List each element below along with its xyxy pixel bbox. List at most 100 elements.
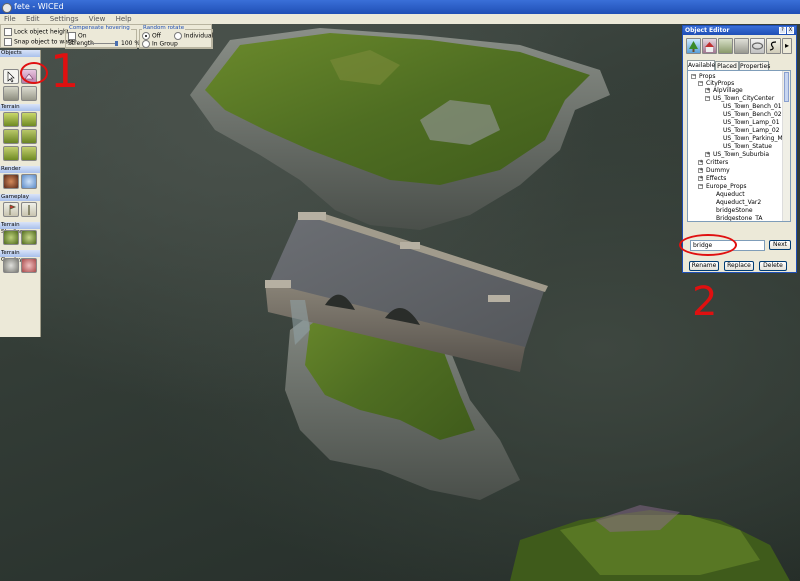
palette-section-objects: Objects — [0, 50, 40, 57]
shading-texture-button[interactable] — [21, 230, 37, 245]
overlay-erase-button[interactable] — [21, 258, 37, 273]
marker-icon — [28, 205, 30, 215]
rotate-off-radio[interactable] — [142, 32, 150, 40]
terrain-smooth-button[interactable] — [3, 129, 19, 144]
tree-scrollbar[interactable] — [782, 71, 790, 221]
tree-node[interactable]: CityProps — [706, 80, 734, 87]
lock-height-row[interactable]: Lock object height — [4, 28, 69, 36]
object-tree[interactable]: − Props − CityProps + AlpVillage − US_To… — [687, 70, 791, 222]
tree-leaf[interactable]: Bridgestone_TA — [716, 215, 763, 221]
terrain-flatten-button[interactable] — [21, 129, 37, 144]
tab-properties[interactable]: Properties — [739, 61, 770, 70]
menu-help[interactable]: Help — [116, 14, 132, 24]
rotate-individual-row[interactable]: Individual — [174, 32, 213, 40]
rotate-group-radio[interactable] — [142, 40, 150, 48]
tree-expander[interactable]: − — [698, 184, 703, 189]
tree-node[interactable]: AlpVillage — [713, 87, 743, 94]
overlay-paint-button[interactable] — [3, 258, 19, 273]
object-category-ring-icon[interactable] — [750, 38, 765, 54]
tree-leaf[interactable]: US_Town_Lamp_01 — [723, 119, 780, 126]
gameplay-marker-button[interactable] — [21, 202, 37, 217]
tree-expander[interactable]: + — [705, 152, 710, 157]
tree-leaf[interactable]: US_Town_Statue — [723, 143, 772, 150]
menu-file[interactable]: File — [4, 14, 16, 24]
terrain-viewport[interactable] — [0, 0, 800, 581]
rotate-group-row[interactable]: In Group — [142, 40, 178, 48]
compensate-on-row[interactable]: On — [68, 32, 87, 40]
tree-expander[interactable]: − — [691, 74, 696, 79]
palette-section-terrain-overlay: Terrain Overlay — [0, 250, 40, 263]
rotate-object-button[interactable] — [21, 86, 37, 101]
shading-grass-button[interactable] — [3, 230, 19, 245]
window-titlebar: fete - WICEd — [0, 0, 800, 14]
terrain-render — [190, 28, 790, 581]
terrain-raise-button[interactable] — [3, 112, 19, 127]
object-category-rock-icon[interactable] — [734, 38, 749, 54]
app-icon — [2, 3, 12, 13]
terrain-paint-button[interactable] — [21, 146, 37, 161]
tree-expander[interactable]: + — [698, 160, 703, 165]
tree-leaf[interactable]: US_Town_Bench_01 — [723, 103, 782, 110]
tree-expander[interactable]: − — [705, 96, 710, 101]
tree-node[interactable]: Effects — [706, 175, 726, 182]
rotate-off-label: Off — [152, 32, 161, 40]
tree-leaf[interactable]: Aqueduct_Var2 — [716, 199, 761, 206]
tree-leaf[interactable]: Aqueduct — [716, 191, 745, 198]
select-arrow-button[interactable] — [3, 69, 19, 84]
object-category-scroll-right[interactable]: ▸ — [782, 38, 792, 54]
terrain-noise-button[interactable] — [3, 146, 19, 161]
tree-leaf[interactable]: US_Town_Bench_02 — [723, 111, 782, 118]
tree-expander[interactable]: + — [705, 88, 710, 93]
tree-node[interactable]: US_Town_CityCenter — [713, 95, 774, 102]
tree-node[interactable]: Critters — [706, 159, 728, 166]
menu-settings[interactable]: Settings — [50, 14, 79, 24]
object-editor-help-button[interactable]: ? — [779, 27, 786, 34]
annotation-circle-one — [20, 62, 48, 84]
tab-placed[interactable]: Placed — [715, 61, 739, 70]
tree-scrollbar-thumb[interactable] — [784, 72, 789, 102]
snap-water-checkbox[interactable] — [4, 38, 12, 46]
lock-height-checkbox[interactable] — [4, 28, 12, 36]
tree-expander[interactable]: + — [698, 168, 703, 173]
gameplay-flag-button[interactable] — [3, 202, 19, 217]
compensate-title: Compensate hovering — [68, 25, 131, 31]
s-curve-icon — [769, 41, 777, 51]
move-object-button[interactable] — [3, 86, 19, 101]
ring-icon — [751, 42, 764, 50]
delete-button[interactable]: Delete — [759, 261, 787, 271]
tree-node[interactable]: Europe_Props — [706, 183, 747, 190]
tree-node[interactable]: Dummy — [706, 167, 730, 174]
object-category-house-icon[interactable] — [702, 38, 717, 54]
next-button[interactable]: Next — [769, 240, 791, 250]
annotation-number-one: 1 — [50, 44, 80, 98]
tree-expander[interactable]: + — [698, 176, 703, 181]
tab-available[interactable]: Available — [687, 60, 715, 70]
tree-leaf[interactable]: US_Town_Parking_M — [723, 135, 783, 142]
render-sphere-button[interactable] — [3, 174, 19, 189]
palette-section-gameplay: Gameplay — [0, 194, 40, 201]
rotate-individual-radio[interactable] — [174, 32, 182, 40]
object-editor-close-button[interactable]: X — [787, 27, 794, 34]
object-category-path-icon[interactable] — [766, 38, 781, 54]
strength-slider[interactable] — [90, 43, 118, 44]
flag-icon — [9, 204, 17, 215]
random-rotate-title: Random rotate — [142, 25, 186, 31]
compensate-on-checkbox[interactable] — [68, 32, 76, 40]
rename-button[interactable]: Rename — [689, 261, 719, 271]
tree-expander[interactable]: − — [698, 81, 703, 86]
menu-edit[interactable]: Edit — [26, 14, 40, 24]
tree-leaf[interactable]: bridgeStone — [716, 207, 753, 214]
object-category-vehicle-icon[interactable] — [718, 38, 733, 54]
menu-view[interactable]: View — [89, 14, 106, 24]
tree-node[interactable]: Props — [699, 73, 715, 80]
menu-bar: File Edit Settings View Help — [0, 14, 800, 24]
object-category-tree-icon[interactable] — [686, 38, 701, 54]
tree-leaf[interactable]: US_Town_Lamp_02 — [723, 127, 780, 134]
palette-section-render: Render — [0, 166, 40, 173]
tree-node[interactable]: US_Town_Suburbia — [713, 151, 769, 158]
strength-slider-thumb[interactable] — [115, 41, 118, 46]
rotate-off-row[interactable]: Off — [142, 32, 161, 40]
terrain-lower-button[interactable] — [21, 112, 37, 127]
replace-button[interactable]: Replace — [724, 261, 754, 271]
render-sky-button[interactable] — [21, 174, 37, 189]
